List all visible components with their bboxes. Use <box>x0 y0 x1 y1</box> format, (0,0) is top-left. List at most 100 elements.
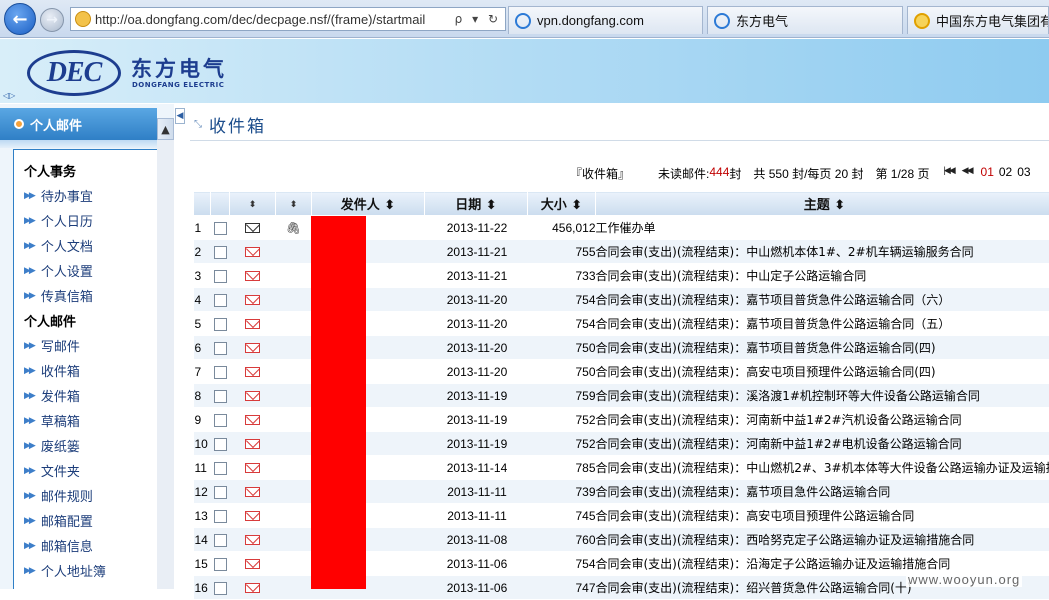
sidebar-header[interactable]: 个人邮件 <box>0 108 157 140</box>
mail-status-cell <box>230 552 276 576</box>
subject-link[interactable]: 合同会审(支出)(流程结束)：中山定子公路运输合同 <box>596 264 1049 288</box>
subject-link[interactable]: 合同会审(支出)(流程结束)：高安屯项目预理件公路运输合同 <box>596 504 1049 528</box>
row-checkbox[interactable] <box>214 222 227 235</box>
sidebar-item-documents[interactable]: ▶▶个人文档 <box>24 236 93 255</box>
unread-envelope-icon <box>245 367 260 377</box>
row-checkbox[interactable] <box>214 510 227 523</box>
mail-status-cell <box>230 264 276 288</box>
browser-tab-vpn[interactable]: vpn.dongfang.com <box>508 6 703 34</box>
subject-link[interactable]: 合同会审(支出)(流程结束)：嘉节项目普货急件公路运输合同(四) <box>596 336 1049 360</box>
title-divider <box>190 140 1049 141</box>
row-checkbox[interactable] <box>214 486 227 499</box>
sidebar-item-fax[interactable]: ▶▶传真信箱 <box>24 286 93 305</box>
row-number: 12 <box>194 480 211 504</box>
sidebar-item-calendar[interactable]: ▶▶个人日历 <box>24 211 93 230</box>
subject-link[interactable]: 合同会审(支出)(流程结束)：溪洛渡1#机控制环等大件设备公路运输合同 <box>596 384 1049 408</box>
row-number: 16 <box>194 576 211 600</box>
subject-link[interactable]: 合同会审(支出)(流程结束)：中山燃机2#、3#机本体等大件设备公路运输办证及运… <box>596 456 1049 480</box>
sidebar: 个人邮件 ▲ 个人事务 ▶▶待办事宜 ▶▶个人日历 ▶▶个人文档 ▶▶个人设置 … <box>0 104 174 589</box>
scroll-up-icon[interactable]: ▲ <box>157 118 174 140</box>
toggle-sidebar-icon[interactable]: ◀ <box>175 108 185 124</box>
unread-envelope-icon <box>245 271 260 281</box>
page-link-01[interactable]: 01 <box>981 165 994 182</box>
size-cell: 739 <box>528 480 596 504</box>
collapse-header-icon[interactable]: ◁▷ <box>3 91 15 100</box>
date-cell: 2013-11-11 <box>425 504 528 528</box>
attachment-cell <box>276 336 312 360</box>
row-checkbox[interactable] <box>214 246 227 259</box>
subject-link[interactable]: 合同会审(支出)(流程结束)：嘉节项目急件公路运输合同 <box>596 480 1049 504</box>
subject-link[interactable]: 工作催办单 <box>596 216 1049 240</box>
address-bar[interactable]: http://oa.dongfang.com/dec/decpage.nsf/(… <box>70 7 506 31</box>
first-page-icon[interactable]: |◀◀ <box>943 165 953 182</box>
row-checkbox[interactable] <box>214 270 227 283</box>
sidebar-item-address-book[interactable]: ▶▶个人地址簿 <box>24 561 106 580</box>
subject-link[interactable]: 合同会审(支出)(流程结束)：西哈努克定子公路运输办证及运输措施合同 <box>596 528 1049 552</box>
sidebar-item-settings[interactable]: ▶▶个人设置 <box>24 261 93 280</box>
column-header-date[interactable]: 日期 ⬍ <box>425 192 528 216</box>
back-arrow-icon[interactable]: ← <box>4 3 36 35</box>
double-arrow-icon: ▶▶ <box>24 266 34 276</box>
subject-link[interactable]: 合同会审(支出)(流程结束)：中山燃机本体1#、2#机车辆运输服务合同 <box>596 240 1049 264</box>
prev-page-icon[interactable]: ◀◀ <box>962 165 972 182</box>
row-number: 7 <box>194 360 211 384</box>
sidebar-item-drafts[interactable]: ▶▶草稿箱 <box>24 411 80 430</box>
row-checkbox[interactable] <box>214 534 227 547</box>
row-checkbox[interactable] <box>214 366 227 379</box>
subject-link[interactable]: 合同会审(支出)(流程结束)：河南新中益1#2#汽机设备公路运输合同 <box>596 408 1049 432</box>
date-cell: 2013-11-22 <box>425 216 528 240</box>
sidebar-item-label: 传真信箱 <box>41 286 93 305</box>
sidebar-item-trash[interactable]: ▶▶废纸篓 <box>24 436 80 455</box>
sidebar-item-mail-rules[interactable]: ▶▶邮件规则 <box>24 486 93 505</box>
size-cell: 754 <box>528 312 596 336</box>
unread-envelope-icon <box>245 319 260 329</box>
row-checkbox[interactable] <box>214 390 227 403</box>
subject-link[interactable]: 合同会审(支出)(流程结束)：高安屯项目预理件公路运输合同(四) <box>596 360 1049 384</box>
date-cell: 2013-11-20 <box>425 360 528 384</box>
sidebar-item-outbox[interactable]: ▶▶发件箱 <box>24 386 80 405</box>
sidebar-item-compose[interactable]: ▶▶写邮件 <box>24 336 80 355</box>
subject-link[interactable]: 合同会审(支出)(流程结束)：嘉节项目普货急件公路运输合同（六） <box>596 288 1049 312</box>
mail-status-cell <box>230 504 276 528</box>
sidebar-item-folders[interactable]: ▶▶文件夹 <box>24 461 80 480</box>
row-checkbox-cell <box>211 528 230 552</box>
row-checkbox[interactable] <box>214 294 227 307</box>
column-header-status[interactable]: ⬍ <box>230 192 276 216</box>
subject-link[interactable]: 合同会审(支出)(流程结束)：嘉节项目普货急件公路运输合同（五） <box>596 312 1049 336</box>
url-text[interactable]: http://oa.dongfang.com/dec/decpage.nsf/(… <box>95 12 455 27</box>
row-checkbox[interactable] <box>214 342 227 355</box>
row-checkbox[interactable] <box>214 414 227 427</box>
column-header-number <box>194 192 211 216</box>
address-tools[interactable]: ρ ▾ ↻ <box>455 12 505 26</box>
page-info: 第 1/28 页 <box>875 165 929 182</box>
browser-tab-group[interactable]: 中国东方电气集团有限 <box>907 6 1049 34</box>
paperclip-icon[interactable]: 🖇 <box>286 221 301 235</box>
page-link-03[interactable]: 03 <box>1017 165 1030 182</box>
forward-arrow-icon[interactable]: → <box>40 8 64 32</box>
row-checkbox[interactable] <box>214 558 227 571</box>
browser-tab-dongfang[interactable]: 东方电气 <box>707 6 903 34</box>
column-header-subject[interactable]: 主题 ⬍ <box>596 192 1049 216</box>
sidebar-item-label: 个人日历 <box>41 211 93 230</box>
column-header-sender[interactable]: 发件人 ⬍ <box>312 192 425 216</box>
row-checkbox[interactable] <box>214 318 227 331</box>
attachment-cell <box>276 552 312 576</box>
sidebar-divider <box>0 140 157 148</box>
sidebar-item-label: 写邮件 <box>41 336 80 355</box>
column-header-attachment[interactable]: ⬍ <box>276 192 312 216</box>
sidebar-scrollbar[interactable] <box>157 140 174 589</box>
sidebar-item-mailbox-config[interactable]: ▶▶邮箱配置 <box>24 511 93 530</box>
sidebar-item-inbox[interactable]: ▶▶收件箱 <box>24 361 80 380</box>
double-arrow-icon: ▶▶ <box>24 391 34 401</box>
mail-status-cell <box>230 288 276 312</box>
page-link-02[interactable]: 02 <box>999 165 1012 182</box>
unread-envelope-icon <box>245 391 260 401</box>
row-checkbox[interactable] <box>214 438 227 451</box>
attachment-cell <box>276 408 312 432</box>
row-checkbox[interactable] <box>214 462 227 475</box>
column-header-size[interactable]: 大小 ⬍ <box>528 192 596 216</box>
row-checkbox[interactable] <box>214 582 227 595</box>
sidebar-item-todo[interactable]: ▶▶待办事宜 <box>24 186 93 205</box>
sidebar-item-mailbox-info[interactable]: ▶▶邮箱信息 <box>24 536 93 555</box>
subject-link[interactable]: 合同会审(支出)(流程结束)：河南新中益1#2#电机设备公路运输合同 <box>596 432 1049 456</box>
